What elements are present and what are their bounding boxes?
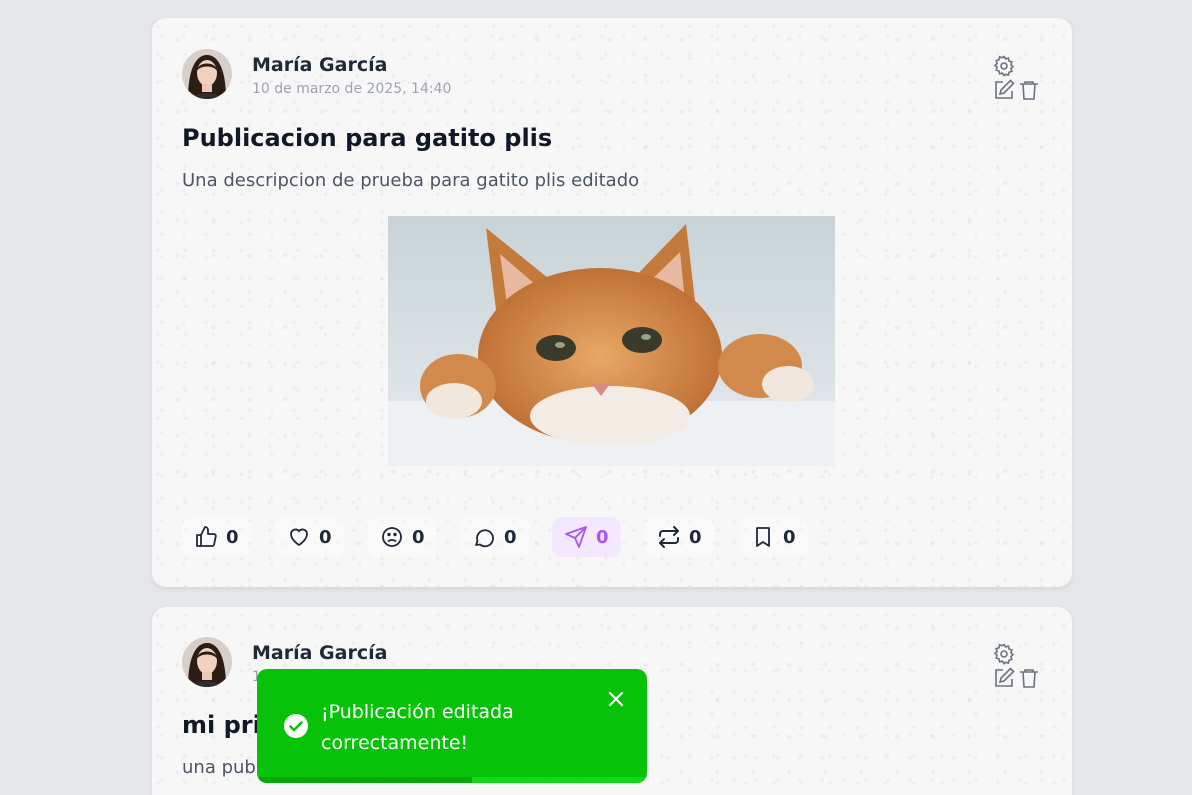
bookmark-icon — [756, 527, 770, 547]
avatar[interactable] — [182, 637, 232, 687]
gear-icon[interactable] — [992, 54, 1016, 78]
success-toast: ¡Publicación editada correctamente! — [257, 669, 647, 783]
toast-progress-bar — [257, 777, 472, 783]
post-title: mi pri — [182, 711, 261, 739]
share-count: 0 — [596, 526, 609, 548]
repost-button[interactable]: 0 — [645, 517, 714, 557]
edit-icon[interactable] — [992, 666, 1016, 690]
comment-count: 0 — [504, 526, 517, 548]
avatar[interactable] — [182, 49, 232, 99]
toast-message-line1: ¡Publicación editada — [321, 701, 514, 723]
like-button[interactable]: 0 — [182, 517, 251, 557]
comment-button[interactable]: 0 — [460, 517, 529, 557]
gear-icon[interactable] — [992, 642, 1016, 666]
love-button[interactable]: 0 — [275, 517, 344, 557]
trash-icon[interactable] — [1017, 78, 1041, 102]
edit-icon[interactable] — [992, 78, 1016, 102]
repost-icon — [659, 526, 679, 548]
send-icon — [565, 526, 587, 548]
author-name[interactable]: María García — [252, 642, 387, 664]
author-name[interactable]: María García — [252, 54, 387, 76]
trash-icon[interactable] — [1017, 666, 1041, 690]
toast-message: ¡Publicación editada correctamente! — [321, 697, 581, 759]
comment-icon — [475, 529, 494, 548]
check-circle-icon — [284, 714, 308, 738]
bookmark-count: 0 — [783, 526, 796, 548]
sad-count: 0 — [412, 526, 425, 548]
repost-count: 0 — [689, 526, 702, 548]
share-button[interactable]: 0 — [552, 517, 621, 557]
thumbs-up-icon — [196, 526, 217, 547]
post-description: Una descripcion de prueba para gatito pl… — [182, 170, 640, 191]
love-count: 0 — [319, 526, 332, 548]
sad-button[interactable]: 0 — [368, 517, 437, 557]
post-description: una publ — [182, 757, 261, 778]
post-card: María García 10 de marzo de 2025, 14:40 … — [152, 18, 1072, 587]
post-title: Publicacion para gatito plis — [182, 124, 553, 152]
post-image[interactable] — [388, 216, 835, 466]
like-count: 0 — [226, 526, 239, 548]
heart-icon — [290, 528, 308, 546]
post-actions — [992, 54, 1042, 106]
sad-face-icon — [382, 527, 402, 547]
post-actions — [992, 642, 1042, 694]
toast-message-line2: correctamente! — [321, 732, 469, 754]
post-date: 10 de marzo de 2025, 14:40 — [252, 81, 452, 97]
bookmark-button[interactable]: 0 — [739, 517, 808, 557]
close-icon[interactable] — [606, 689, 626, 709]
